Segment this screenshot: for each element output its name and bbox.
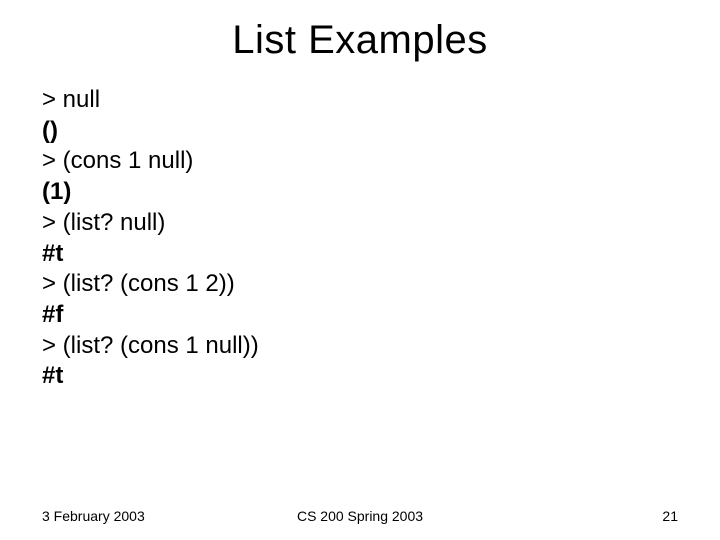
footer-date: 3 February 2003 bbox=[42, 508, 145, 524]
code-line: > (list? (cons 1 2)) bbox=[42, 269, 678, 300]
slide-title: List Examples bbox=[42, 18, 678, 63]
footer-page: 21 bbox=[662, 508, 678, 524]
footer-course: CS 200 Spring 2003 bbox=[297, 508, 423, 524]
code-output: (1) bbox=[42, 177, 678, 208]
slide: List Examples > null () > (cons 1 null) … bbox=[0, 0, 720, 540]
code-output: () bbox=[42, 116, 678, 147]
code-line: > (cons 1 null) bbox=[42, 146, 678, 177]
code-output: #f bbox=[42, 300, 678, 331]
code-block: > null () > (cons 1 null) (1) > (list? n… bbox=[42, 85, 678, 392]
footer: 3 February 2003 CS 200 Spring 2003 21 bbox=[0, 508, 720, 524]
code-output: #t bbox=[42, 361, 678, 392]
code-line: > (list? null) bbox=[42, 208, 678, 239]
code-line: > (list? (cons 1 null)) bbox=[42, 331, 678, 362]
code-line: > null bbox=[42, 85, 678, 116]
code-output: #t bbox=[42, 239, 678, 270]
